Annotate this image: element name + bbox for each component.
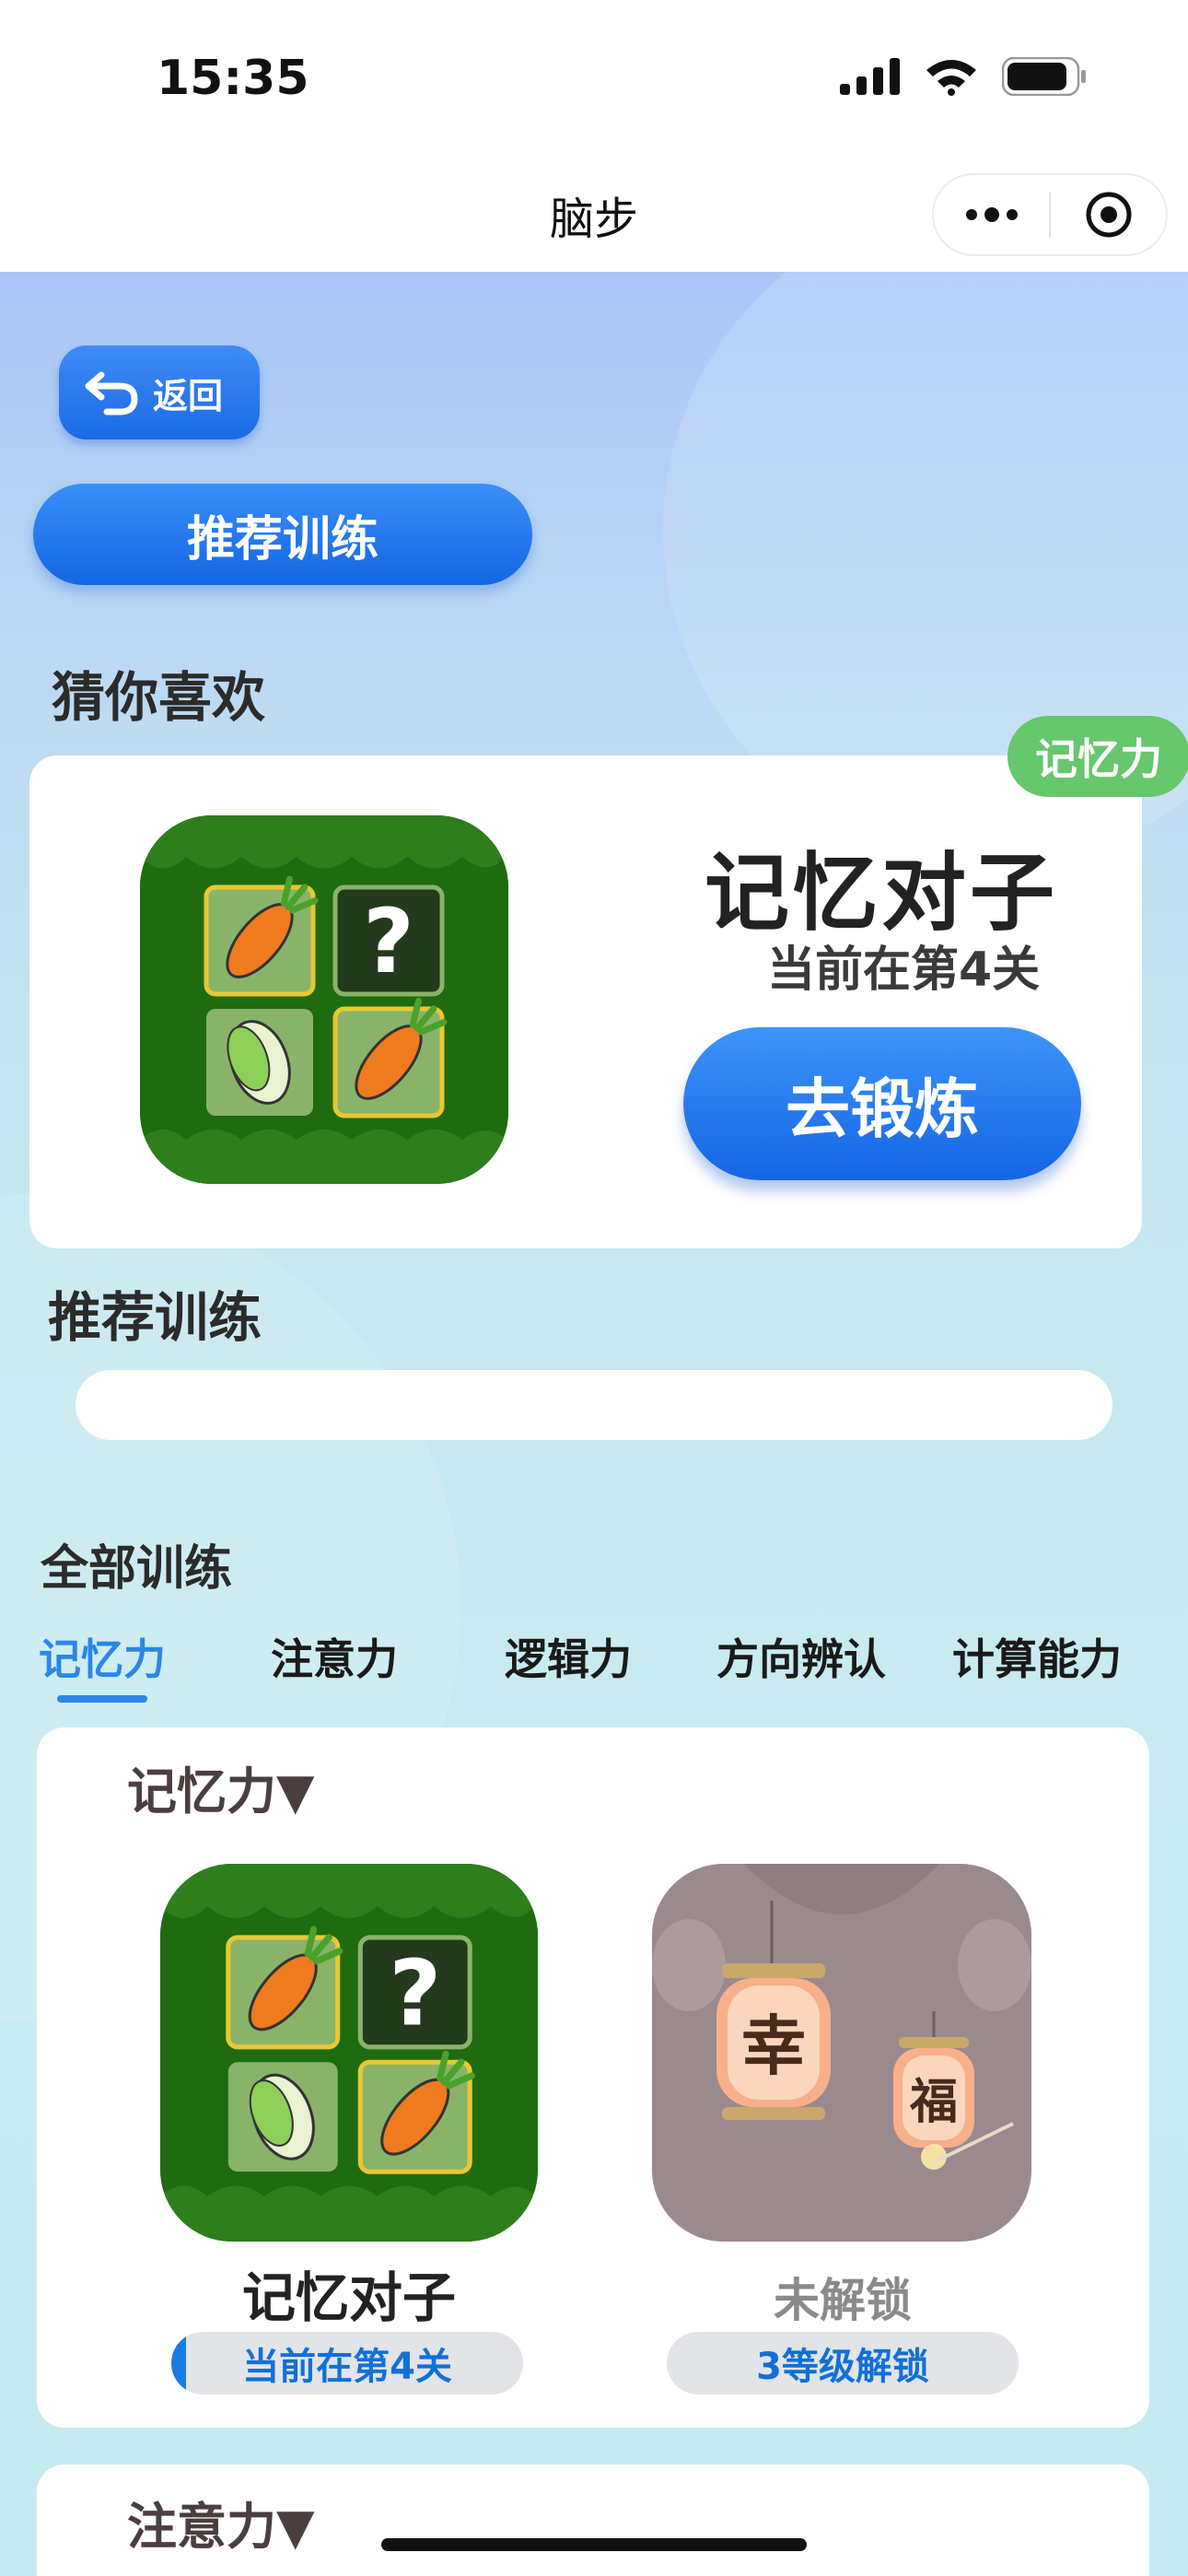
level-progress: [171, 2332, 186, 2395]
signal-icon: [840, 58, 900, 95]
recommend-training-button[interactable]: 推荐训练: [33, 484, 532, 585]
memory-pairs-icon[interactable]: ?: [140, 815, 508, 1184]
close-target-button[interactable]: [1051, 175, 1166, 254]
memory-category-title[interactable]: 记忆力▼: [127, 1751, 315, 1823]
level-badge: 当前在第4关: [171, 2332, 523, 2395]
wifi-icon: [926, 60, 976, 96]
mini-program-capsule: [932, 173, 1168, 256]
back-label: 返回: [153, 375, 224, 416]
more-button[interactable]: [934, 175, 1049, 254]
more-dots-icon: [965, 207, 1018, 222]
status-time: 15:35: [157, 51, 309, 106]
category-tabs: 记忆力 注意力 逻辑力 方向辨认 计算能力: [0, 1626, 1188, 1700]
svg-text:?: ?: [363, 890, 414, 993]
level-badge-text: 当前在第4关: [242, 2346, 452, 2388]
memory-pairs-graphic: ?: [140, 815, 508, 1184]
svg-text:?: ?: [389, 1941, 441, 2046]
active-tab-indicator: [57, 1695, 147, 1703]
tab-logic[interactable]: 逻辑力: [505, 1626, 632, 1687]
lantern-icon[interactable]: 幸 福: [652, 1864, 1031, 2242]
target-icon: [1086, 192, 1131, 238]
all-training-title: 全部训练: [41, 1541, 233, 1597]
main-content: 返回 推荐训练 猜你喜欢 记忆力 ? 记忆对子 当前在第4关 去锻炼 推荐训练 …: [0, 272, 1188, 2576]
unlock-badge: 3等级解锁: [667, 2332, 1019, 2395]
go-train-button[interactable]: 去锻炼: [683, 1027, 1081, 1180]
game-name: 记忆对子: [241, 2266, 456, 2329]
memory-pairs-icon[interactable]: ?: [160, 1864, 538, 2242]
favorite-game-name: 记忆对子: [705, 844, 1059, 943]
lantern-graphic: 幸 福: [652, 1864, 1031, 2242]
back-arrow-icon: [85, 371, 138, 416]
unlock-badge-text: 3等级解锁: [756, 2346, 929, 2388]
back-button[interactable]: 返回: [59, 345, 260, 439]
memory-pairs-graphic: ?: [160, 1864, 538, 2242]
status-bar: 15:35: [0, 0, 1188, 157]
tab-calculation[interactable]: 计算能力: [952, 1626, 1122, 1687]
battery-icon: [1002, 57, 1086, 96]
favorite-section-title: 猜你喜欢: [52, 666, 266, 729]
nav-bar: 脑步: [0, 157, 1188, 272]
tab-memory[interactable]: 记忆力: [39, 1626, 166, 1687]
tab-direction[interactable]: 方向辨认: [716, 1626, 886, 1687]
status-icons: [840, 57, 1087, 96]
attention-category-title[interactable]: 注意力▼: [127, 2486, 315, 2558]
recommend-list-placeholder: [76, 1370, 1112, 1440]
recommend-section-title: 推荐训练: [48, 1286, 262, 1349]
svg-text:幸: 幸: [741, 2008, 806, 2084]
category-tag: 记忆力: [1007, 716, 1188, 797]
game-name-locked: 未解锁: [774, 2274, 912, 2327]
favorite-level-text: 当前在第4关: [767, 943, 1041, 998]
home-indicator: [381, 2538, 807, 2551]
tab-attention[interactable]: 注意力: [271, 1626, 398, 1687]
svg-text:福: 福: [909, 2074, 958, 2130]
